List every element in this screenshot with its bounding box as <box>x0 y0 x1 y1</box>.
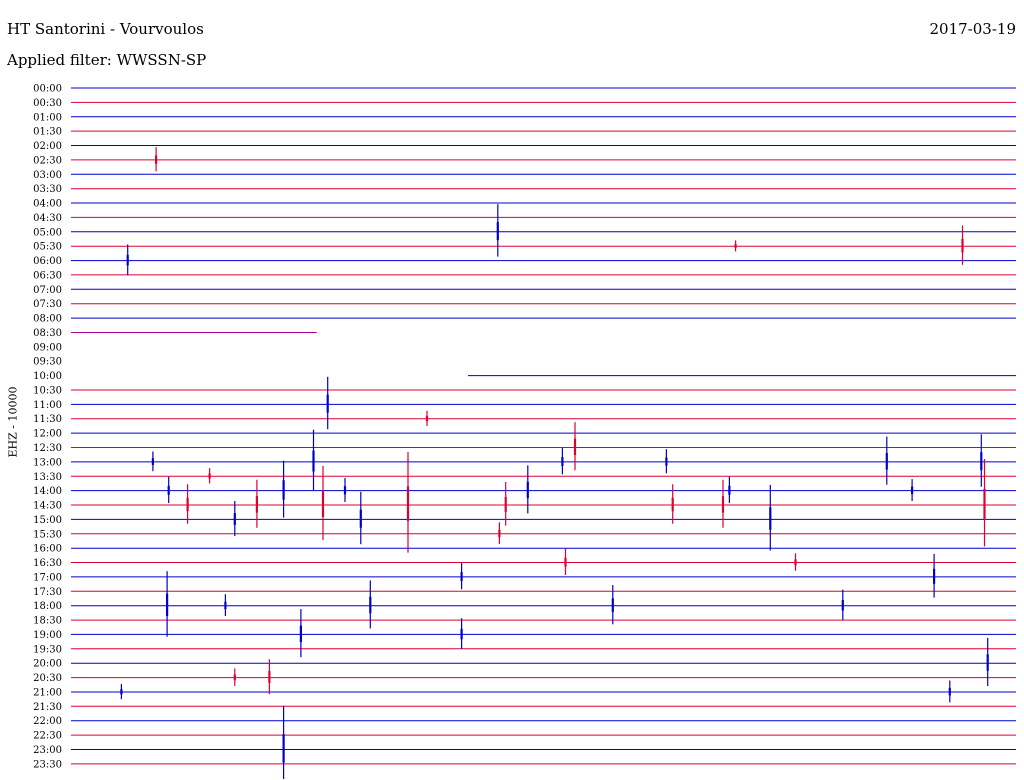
tick-label: 23:30 <box>33 759 62 770</box>
tick-label: 03:00 <box>33 170 62 181</box>
tick-label: 18:30 <box>33 616 62 627</box>
tick-label: 06:30 <box>33 270 62 281</box>
tick-label: 16:00 <box>33 544 62 555</box>
helicorder-plot: 00:00 00:30 01:00 01:30 02:00 02:30 03:00 03:30… <box>33 84 1016 779</box>
tick-label: 16:30 <box>33 558 62 569</box>
tick-label: 10:30 <box>33 386 62 397</box>
tick-label: 22:30 <box>33 731 62 742</box>
tick-label: 20:30 <box>33 673 62 684</box>
tick-label: 06:00 <box>33 256 62 267</box>
tick-label: 13:30 <box>33 472 62 483</box>
tick-label: 22:00 <box>33 716 62 727</box>
tick-label: 03:30 <box>33 184 62 195</box>
tick-label: 08:00 <box>33 314 62 325</box>
tick-label: 08:30 <box>33 328 62 339</box>
tick-label: 19:30 <box>33 644 62 655</box>
tick-label: 20:00 <box>33 659 62 670</box>
tick-label: 11:30 <box>33 414 62 425</box>
trace-lines <box>71 87 1016 765</box>
tick-label: 02:30 <box>33 155 62 166</box>
tick-label: 05:30 <box>33 242 62 253</box>
tick-label: 10:00 <box>33 371 62 382</box>
tick-label: 12:30 <box>33 443 62 454</box>
tick-label: 00:00 <box>33 84 62 95</box>
tick-label: 21:00 <box>33 688 62 699</box>
tick-label: 18:00 <box>33 601 62 612</box>
tick-label: 14:30 <box>33 501 62 512</box>
tick-label: 15:00 <box>33 515 62 526</box>
tick-label: 13:00 <box>33 457 62 468</box>
tick-label: 07:30 <box>33 299 62 310</box>
tick-label: 00:30 <box>33 98 62 109</box>
tick-label: 23:00 <box>33 745 62 756</box>
tick-label: 04:00 <box>33 199 62 210</box>
tick-label: 15:30 <box>33 529 62 540</box>
tick-label: 19:00 <box>33 630 62 641</box>
tick-label: 01:00 <box>33 112 62 123</box>
tick-label: 09:00 <box>33 342 62 353</box>
tick-label: 01:30 <box>33 127 62 138</box>
tick-label: 17:30 <box>33 587 62 598</box>
tick-label: 09:30 <box>33 357 62 368</box>
tick-label: 17:00 <box>33 572 62 583</box>
tick-label: 04:30 <box>33 213 62 224</box>
tick-label: 12:00 <box>33 429 62 440</box>
tick-label: 07:00 <box>33 285 62 296</box>
seismic-events <box>120 147 989 779</box>
tick-label: 11:00 <box>33 400 62 411</box>
tick-label: 14:00 <box>33 486 62 497</box>
tick-label: 21:30 <box>33 702 62 713</box>
tick-label: 02:00 <box>33 141 62 152</box>
time-tick-labels: 00:00 00:30 01:00 01:30 02:00 02:30 03:00 03:30… <box>33 84 62 771</box>
tick-label: 05:00 <box>33 227 62 238</box>
